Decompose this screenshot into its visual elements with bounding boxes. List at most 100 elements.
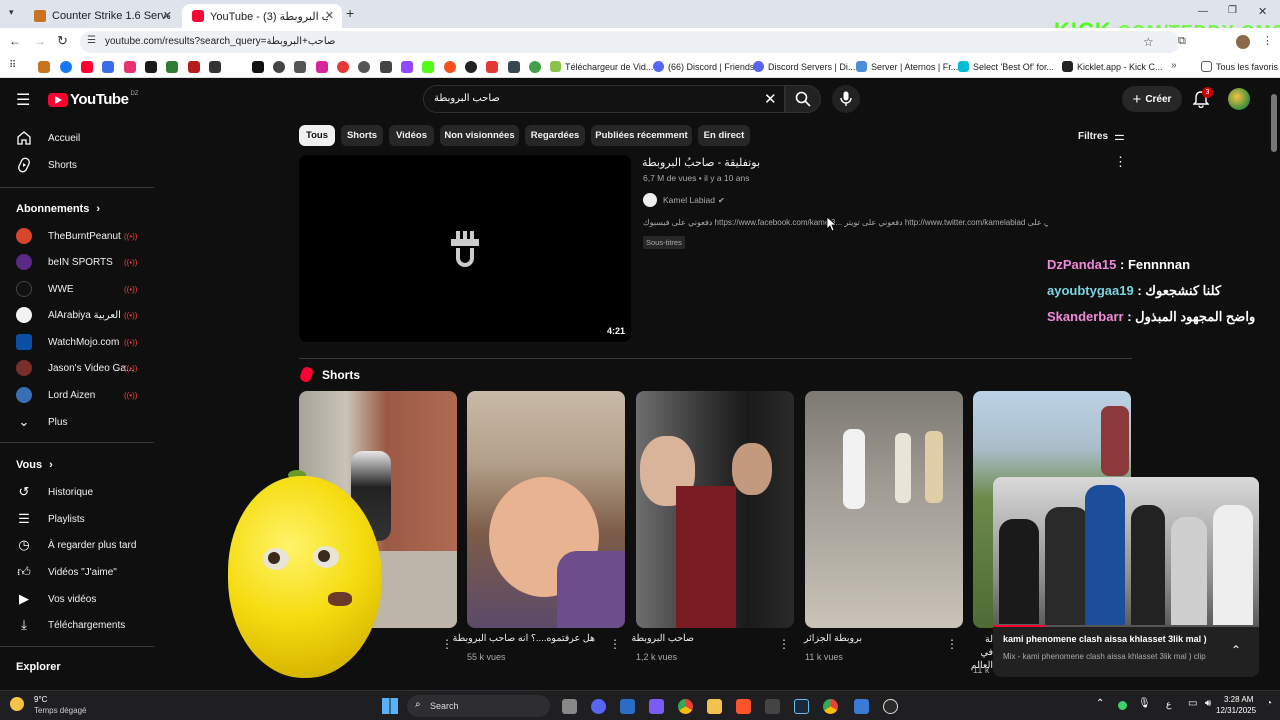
url-field[interactable]: ☰ youtube.com/results?search_query=صاحب+… xyxy=(80,31,1180,53)
taskbar-app-icon[interactable] xyxy=(620,699,635,714)
scrollbar-thumb[interactable] xyxy=(1271,94,1277,152)
tiktok-icon[interactable] xyxy=(252,61,264,73)
short-options-kebab-icon[interactable]: ⋮ xyxy=(778,637,790,651)
expand-chevron-up-icon[interactable]: ⌃ xyxy=(1231,643,1241,657)
bookmark-favicon-icon[interactable] xyxy=(166,61,178,73)
chip-watched[interactable]: Regardées xyxy=(525,125,585,146)
menu-icon[interactable]: ⋮ xyxy=(1262,34,1273,47)
sidebar-item-watch-later[interactable]: ◷ À regarder plus tard xyxy=(16,534,136,556)
bookmark-item[interactable]: Téléchargeur de Vid... xyxy=(550,61,653,72)
bookmark-favicon-icon[interactable] xyxy=(273,61,285,73)
youtube-bookmark-icon[interactable] xyxy=(81,61,93,73)
sidebar-item-liked[interactable]: 👍︎ Vidéos "J'aime" xyxy=(16,561,117,583)
voice-search-button[interactable] xyxy=(832,85,860,113)
chip-shorts[interactable]: Shorts xyxy=(341,125,383,146)
discord-taskbar-icon[interactable] xyxy=(591,699,606,714)
bookmark-favicon-icon[interactable] xyxy=(422,61,434,73)
tray-mic-icon[interactable]: 🎙︎ xyxy=(1138,698,1151,709)
all-bookmarks[interactable]: Tous les favoris xyxy=(1201,61,1278,72)
instagram-icon[interactable] xyxy=(316,61,328,73)
short-title[interactable]: بروبطة الجزائر xyxy=(804,633,862,644)
short-options-kebab-icon[interactable]: ⋮ xyxy=(609,637,621,651)
tab-list-chevron-icon[interactable]: ▾ xyxy=(9,7,14,18)
clear-search-icon[interactable]: ✕ xyxy=(764,90,777,108)
sidebar-item-shorts[interactable]: Shorts xyxy=(16,154,77,176)
bookmark-item[interactable]: Select 'Best Of' for... xyxy=(958,61,1054,72)
notifications-button[interactable]: 3 xyxy=(1193,87,1213,109)
video-thumbnail[interactable]: 4:21 xyxy=(299,155,631,342)
tab-counter-strike[interactable]: Counter Strike 1.6 Server List | S ✕ xyxy=(24,4,180,28)
close-tab-icon[interactable]: ✕ xyxy=(163,9,172,22)
bookmark-favicon-icon[interactable] xyxy=(465,61,477,73)
taskbar-app-icon[interactable] xyxy=(765,699,780,714)
maximize-window-icon[interactable]: ❐ xyxy=(1228,5,1237,16)
chip-all[interactable]: Tous xyxy=(299,125,335,146)
extensions-icon[interactable]: ⧉ xyxy=(1178,35,1186,48)
apps-grid-icon[interactable]: ⠿ xyxy=(9,60,16,71)
youtube-logo[interactable]: YouTube DZ xyxy=(48,91,138,108)
taskbar-app-icon[interactable] xyxy=(649,699,664,714)
more-bookmarks-chevron-icon[interactable]: » xyxy=(1171,60,1177,71)
chrome-active-taskbar-icon[interactable] xyxy=(823,699,838,714)
video-title[interactable]: بوتفليقة - صاحبُ البروبطة xyxy=(642,156,760,169)
bookmark-favicon-icon[interactable] xyxy=(337,61,349,73)
clock-date[interactable]: 12/31/2025 xyxy=(1216,706,1256,715)
page-scrollbar[interactable] xyxy=(1270,82,1278,688)
bookmark-item[interactable]: Discord Servers | Di... xyxy=(753,61,855,72)
task-view-icon[interactable] xyxy=(562,699,577,714)
keyboard-language[interactable]: ع xyxy=(1166,699,1171,710)
forward-icon[interactable]: → xyxy=(34,34,46,48)
search-box[interactable]: صاحب البروبطة ✕ xyxy=(423,85,785,113)
sidebar-item-downloads[interactable]: ⤓ Téléchargements xyxy=(16,614,125,636)
minimize-window-icon[interactable]: — xyxy=(1198,6,1208,17)
brave-icon[interactable] xyxy=(736,699,751,714)
sidebar-more-button[interactable]: ⌄ Plus xyxy=(16,411,68,433)
tab-youtube[interactable]: YouTube - صاحب البروبطة (3) ✕ xyxy=(182,4,342,28)
network-icon[interactable]: ▭ xyxy=(1188,698,1197,709)
subscriptions-heading[interactable]: Abonnements › xyxy=(16,203,100,215)
account-avatar[interactable] xyxy=(1228,88,1250,110)
profile-avatar[interactable] xyxy=(1236,35,1250,49)
tray-chevron-up-icon[interactable]: ⌃ xyxy=(1096,698,1104,709)
bookmark-favicon-icon[interactable] xyxy=(188,61,200,73)
video-options-kebab-icon[interactable]: ⋮ xyxy=(1114,154,1127,170)
filters-button[interactable]: Filtres ⚌ xyxy=(1078,129,1125,143)
sidebar-item-history[interactable]: ↺ Historique xyxy=(16,481,93,503)
subscription-item[interactable]: Jason's Video Ga... xyxy=(16,357,134,379)
hamburger-menu-icon[interactable]: ☰ xyxy=(16,90,30,110)
volume-icon[interactable]: 🔊︎ xyxy=(1205,698,1211,709)
sidebar-item-playlists[interactable]: ☰ Playlists xyxy=(16,508,85,530)
bookmark-favicon-icon[interactable] xyxy=(486,61,498,73)
chrome-taskbar-icon[interactable] xyxy=(678,699,693,714)
sidebar-item-home[interactable]: Accueil xyxy=(16,127,80,149)
close-window-icon[interactable]: ✕ xyxy=(1258,5,1267,18)
bookmark-favicon-icon[interactable] xyxy=(294,61,306,73)
obs-icon[interactable] xyxy=(883,699,898,714)
windows-start-icon[interactable] xyxy=(382,698,398,714)
bookmark-favicon-icon[interactable] xyxy=(529,61,541,73)
short-options-kebab-icon[interactable]: ⋮ xyxy=(946,637,958,651)
subscription-item[interactable]: WatchMojo.com xyxy=(16,331,119,353)
short-thumbnail[interactable] xyxy=(467,391,625,628)
site-info-icon[interactable]: ☰ xyxy=(87,35,96,46)
bookmark-favicon-icon[interactable] xyxy=(380,61,392,73)
back-icon[interactable]: ← xyxy=(9,34,21,48)
clock-time[interactable]: 3:28 AM xyxy=(1224,695,1253,704)
close-tab-icon[interactable]: ✕ xyxy=(325,9,334,22)
chip-unwatched[interactable]: Non visionnées xyxy=(440,125,519,146)
bookmark-favicon-icon[interactable] xyxy=(124,61,136,73)
short-title[interactable]: صاحب البروبطة xyxy=(631,633,694,644)
new-tab-plus-icon[interactable]: + xyxy=(346,5,354,21)
chip-live[interactable]: En direct xyxy=(698,125,750,146)
short-thumbnail[interactable] xyxy=(805,391,963,628)
taskbar-search[interactable]: ⌕ Search xyxy=(407,695,550,717)
file-explorer-icon[interactable] xyxy=(707,699,722,714)
create-button[interactable]: + Créer xyxy=(1122,86,1182,112)
kick-bookmark-icon[interactable] xyxy=(145,61,157,73)
bookmark-item[interactable]: Kicklet.app - Kick C... xyxy=(1062,61,1163,72)
sidebar-item-your-videos[interactable]: ▶ Vos vidéos xyxy=(16,588,96,610)
mini-player-progress[interactable] xyxy=(993,625,1259,627)
bookmark-item[interactable]: Server | Aternos | Fr... xyxy=(856,61,958,72)
subscription-item[interactable]: WWE xyxy=(16,278,74,300)
star-icon[interactable]: ☆ xyxy=(1143,35,1154,49)
